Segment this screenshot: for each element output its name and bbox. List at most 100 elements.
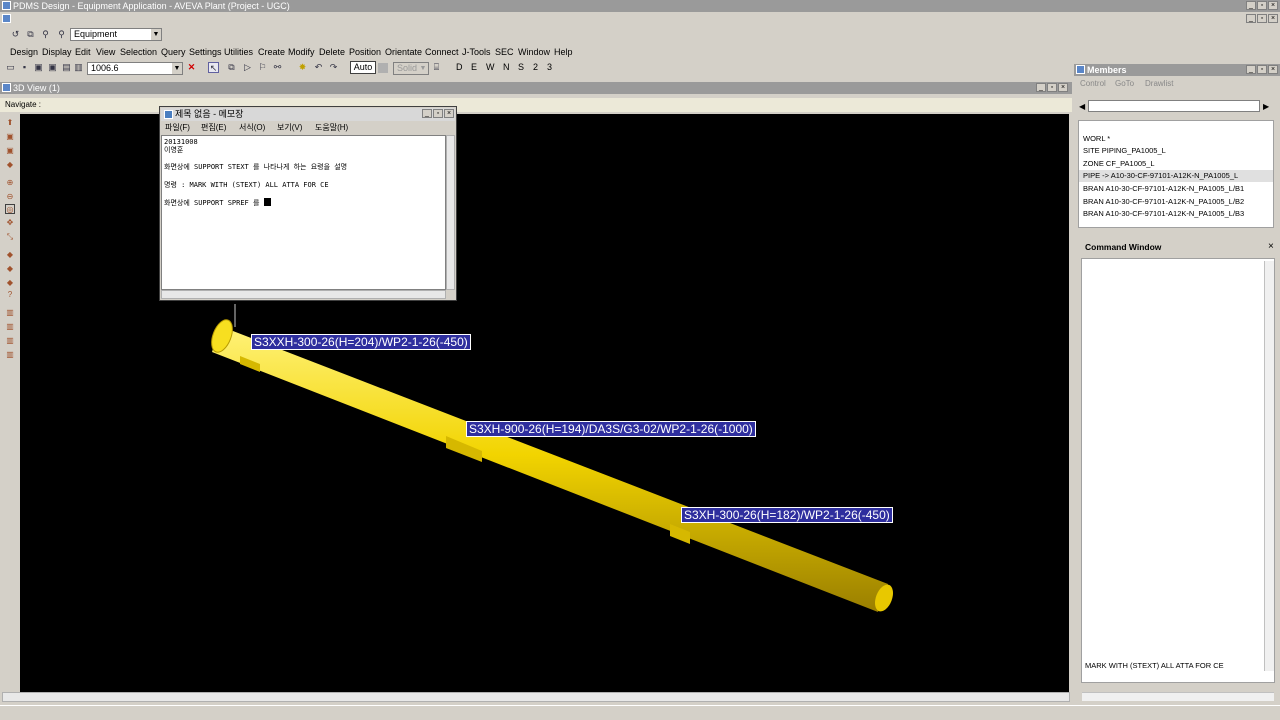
zoom-in-icon[interactable]: ⊕ (5, 178, 15, 188)
view-scrollbar[interactable] (2, 692, 1070, 702)
members-list[interactable]: WORL * SITE PIPING_PA1005_L ZONE CF_PA10… (1078, 120, 1274, 228)
command-close-icon[interactable]: × (1268, 241, 1274, 252)
zoom-out-icon[interactable]: ⊖ (5, 192, 15, 202)
value-combo[interactable]: 1006.6 ▼ (87, 62, 183, 75)
dir-3[interactable]: 3 (547, 62, 552, 73)
undo-icon[interactable]: ↶ (313, 62, 324, 73)
menu-help[interactable]: Help (554, 46, 573, 58)
dir-s[interactable]: S (518, 62, 524, 73)
level-3-icon[interactable]: ▥ (5, 336, 15, 346)
notepad-maximize-icon[interactable]: ▫ (433, 109, 443, 118)
mdi-restore-icon[interactable]: ▫ (1257, 14, 1267, 23)
color-swatch[interactable] (378, 63, 388, 73)
menu-query[interactable]: Query (161, 46, 186, 58)
camera-icon[interactable]: ▣ (5, 132, 15, 142)
notepad-horizontal-scrollbar[interactable] (161, 290, 446, 299)
support-label-3[interactable]: S3XH-300-26(H=182)/WP2-1-26(-450) (681, 507, 893, 523)
save-icon[interactable]: ▪ (19, 62, 30, 73)
support-label-1[interactable]: S3XXH-300-26(H=204)/WP2-1-26(-450) (251, 334, 471, 350)
menu-view[interactable]: View (96, 46, 115, 58)
restore-icon[interactable]: ▫ (1257, 1, 1267, 10)
menu-window[interactable]: Window (518, 46, 550, 58)
command-scrollbar[interactable] (1264, 261, 1274, 671)
support-label-2[interactable]: S3XH-900-26(H=194)/DA3S/G3-02/WP2-1-26(-… (466, 421, 756, 437)
help-icon[interactable]: ? (5, 290, 15, 300)
members-forward-icon[interactable]: ▶ (1263, 102, 1269, 111)
application-select[interactable]: Equipment ▼ (70, 28, 162, 41)
minimize-icon[interactable]: _ (1246, 1, 1256, 10)
dir-n[interactable]: N (503, 62, 510, 73)
list-item[interactable]: WORL * (1079, 133, 1273, 145)
menu-create[interactable]: Create (258, 46, 285, 58)
command-input[interactable]: MARK WITH (STEXT) ALL ATTA FOR CE (1085, 661, 1224, 670)
notepad-minimize-icon[interactable]: _ (422, 109, 432, 118)
notepad-vertical-scrollbar[interactable] (446, 135, 455, 290)
menu-modify[interactable]: Modify (288, 46, 315, 58)
graph-icon[interactable]: ⚯ (272, 62, 283, 73)
notepad-menu-view[interactable]: 보기(V) (277, 122, 302, 133)
pick-icon[interactable]: ⚐ (257, 62, 268, 73)
dir-w[interactable]: W (486, 62, 495, 73)
menu-utilities[interactable]: Utilities (224, 46, 253, 58)
camera2-icon[interactable]: ▣ (5, 146, 15, 156)
list-item[interactable]: BRAN A10-30-CF-97101-A12K-N_PA1005_L/B1 (1079, 183, 1273, 195)
list-item[interactable]: SITE PIPING_PA1005_L (1079, 145, 1273, 157)
menu-sec[interactable]: SEC (495, 46, 514, 58)
pan-icon[interactable]: ✥ (5, 218, 15, 228)
select-pointer-icon[interactable]: ↖ (208, 62, 219, 73)
menu-position[interactable]: Position (349, 46, 381, 58)
rotate-icon[interactable]: ◎ (5, 204, 15, 214)
explode-icon[interactable]: ✸ (297, 62, 308, 73)
shape-icon[interactable]: ◆ (5, 250, 15, 260)
menu-selection[interactable]: Selection (120, 46, 157, 58)
view-minimize-icon[interactable]: _ (1036, 83, 1046, 92)
window3-icon[interactable]: ▤ (61, 62, 72, 73)
notepad-menu-file[interactable]: 파일(F) (165, 122, 190, 133)
list-item-selected[interactable]: PIPE -> A10-30-CF-97101-A12K-N_PA1005_L (1079, 170, 1273, 182)
menu-settings[interactable]: Settings (189, 46, 222, 58)
notepad-menu-edit[interactable]: 편집(E) (201, 122, 226, 133)
view-restore-icon[interactable]: ▫ (1047, 83, 1057, 92)
cancel-icon[interactable]: ✕ (186, 62, 197, 73)
tool-icon-3[interactable]: ⚲ (40, 29, 51, 40)
notepad-menu-help[interactable]: 도움말(H) (315, 122, 348, 133)
axes-icon[interactable]: ⤡ (5, 232, 15, 242)
menu-jtools[interactable]: J-Tools (462, 46, 491, 58)
menu-design[interactable]: Design (10, 46, 38, 58)
menu-display[interactable]: Display (42, 46, 72, 58)
close-icon[interactable]: × (1268, 1, 1278, 10)
notepad-menu-format[interactable]: 서식(O) (239, 122, 265, 133)
mdi-close-icon[interactable]: × (1268, 14, 1278, 23)
level-1-icon[interactable]: ▥ (5, 308, 15, 318)
view-close-icon[interactable]: × (1058, 83, 1068, 92)
cylinder-icon[interactable]: ⌸ (431, 62, 442, 73)
list-icon[interactable]: ▥ (73, 62, 84, 73)
list-item[interactable]: BRAN A10-30-CF-97101-A12K-N_PA1005_L/B3 (1079, 208, 1273, 220)
window2-icon[interactable]: ▣ (47, 62, 58, 73)
members-back-icon[interactable]: ◀ (1079, 102, 1085, 111)
members-close-icon[interactable]: × (1268, 65, 1278, 74)
menu-delete[interactable]: Delete (319, 46, 345, 58)
dir-2[interactable]: 2 (533, 62, 538, 73)
list-item[interactable]: BRAN A10-30-CF-97101-A12K-N_PA1005_L/B2 (1079, 196, 1273, 208)
members-minimize-icon[interactable]: _ (1246, 65, 1256, 74)
tab-drawlist[interactable]: Drawlist (1145, 79, 1173, 88)
window-icon[interactable]: ▣ (33, 62, 44, 73)
render-mode-select[interactable]: Solid ▼ (393, 62, 429, 75)
tool-icon-4[interactable]: ⚲ (56, 29, 67, 40)
mdi-minimize-icon[interactable]: _ (1246, 14, 1256, 23)
tab-goto[interactable]: GoTo (1115, 79, 1134, 88)
tool-icon-1[interactable]: ↺ (10, 29, 21, 40)
menu-edit[interactable]: Edit (75, 46, 91, 58)
notepad-close-icon[interactable]: × (444, 109, 454, 118)
notepad-window[interactable]: 제목 없음 - 메모장 _ ▫ × 파일(F) 편집(E) 서식(O) 보기(V… (159, 106, 457, 301)
dir-e[interactable]: E (471, 62, 477, 73)
menu-orientate[interactable]: Orientate (385, 46, 422, 58)
walk-icon[interactable]: ⬆ (5, 118, 15, 128)
members-current-element[interactable] (1088, 100, 1260, 112)
copy-icon[interactable]: ⧉ (226, 62, 237, 73)
shape3-icon[interactable]: ◆ (5, 278, 15, 288)
menu-connect[interactable]: Connect (425, 46, 459, 58)
auto-button[interactable]: Auto (350, 61, 376, 74)
new-icon[interactable]: ▭ (5, 62, 16, 73)
